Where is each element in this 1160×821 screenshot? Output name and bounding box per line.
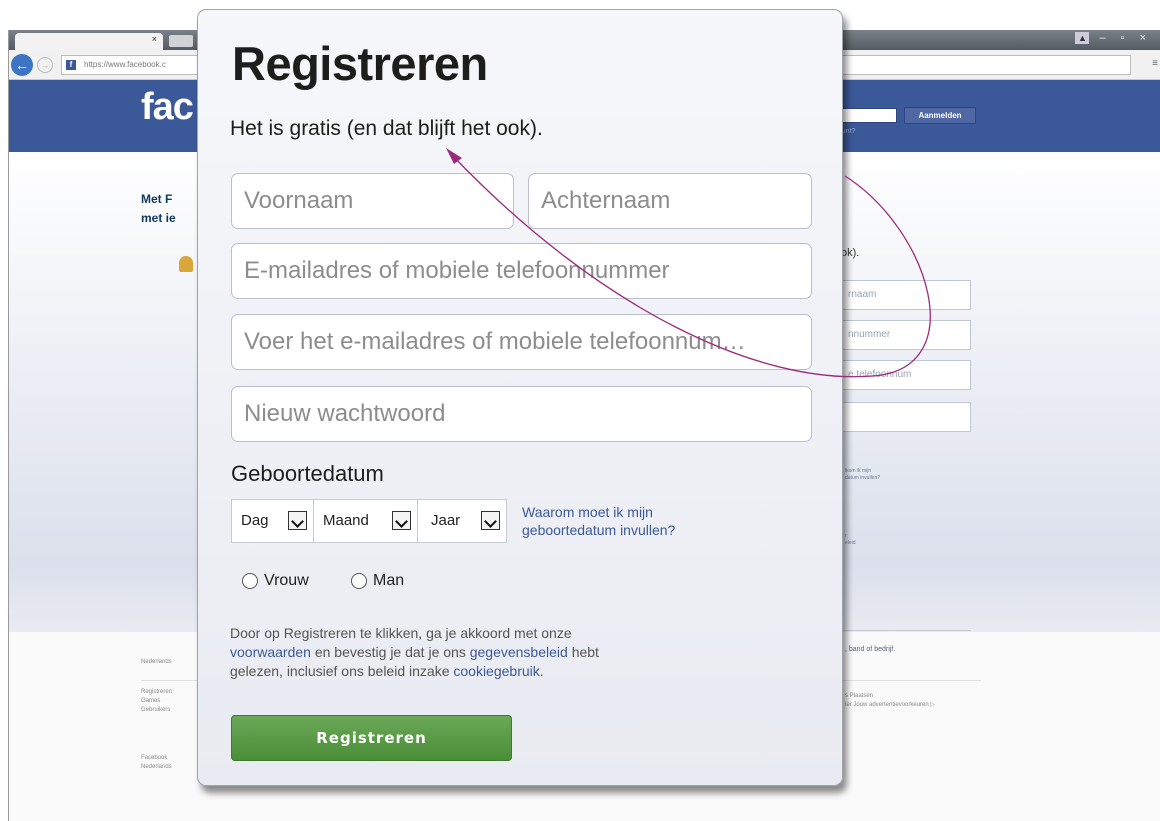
facebook-logo[interactable]: fac — [141, 86, 194, 129]
password-input[interactable] — [231, 386, 812, 442]
month-select-value: Maand — [323, 512, 369, 529]
chevron-down-icon[interactable] — [481, 511, 500, 530]
background-field-lastname[interactable]: rnaam — [841, 280, 971, 310]
cookie-policy-link[interactable]: cookiegebruik — [453, 663, 539, 679]
person-icon — [179, 256, 193, 272]
background-signup-subtitle: ok). — [841, 247, 860, 259]
footer-link[interactable]: Registreren — [141, 688, 172, 697]
day-select-value: Dag — [241, 512, 269, 529]
terms-text-1: Door op Registreren te klikken, ga je ak… — [230, 625, 572, 641]
male-radio[interactable] — [351, 573, 367, 589]
gender-male-option[interactable]: Man — [351, 572, 404, 590]
birthday-label: Geboortedatum — [231, 461, 384, 486]
data-policy-link[interactable]: gegevensbeleid — [470, 644, 568, 660]
terms-text-5: . — [539, 663, 544, 679]
firstname-input[interactable] — [231, 173, 514, 229]
background-divider — [841, 630, 971, 631]
user-icon[interactable]: ▲ — [1075, 32, 1090, 44]
background-field-password[interactable] — [841, 402, 971, 432]
facebook-tagline: Met F met ie — [141, 190, 176, 228]
browser-tab[interactable]: × — [15, 33, 163, 50]
register-button[interactable]: Registreren — [231, 715, 512, 761]
footer-language[interactable]: Nederlands — [141, 658, 172, 667]
email-confirm-input[interactable] — [231, 314, 812, 370]
tab-close-icon[interactable]: × — [152, 34, 157, 44]
registration-dialog: Registreren Het is gratis (en dat blijft… — [197, 9, 843, 786]
year-select-value: Jaar — [431, 512, 461, 529]
window-buttons[interactable]: – ▫ × — [1099, 32, 1152, 44]
background-policy-text: r eleid — [845, 533, 856, 547]
female-radio[interactable] — [242, 573, 258, 589]
birthday-selects: Dag Maand Jaar — [231, 499, 507, 543]
footer-link[interactable]: Gebruikers — [141, 706, 172, 715]
footer-link[interactable]: s Plaatsen — [845, 692, 935, 701]
menu-icon[interactable]: ≡ — [1152, 58, 1158, 69]
background-birthday-help[interactable]: ikom ik mijn datum invullen? — [845, 468, 880, 482]
year-select[interactable]: Jaar — [418, 500, 506, 542]
forward-arrow-icon[interactable]: → — [37, 57, 53, 73]
chevron-down-icon[interactable] — [288, 511, 307, 530]
footer-links-left: Registreren Games Gebruikers — [141, 688, 172, 715]
address-bar-url: https://www.facebook.c — [84, 60, 166, 69]
background-field-email[interactable]: nnummer — [841, 320, 971, 350]
gender-female-option[interactable]: Vrouw — [242, 572, 309, 590]
day-select[interactable]: Dag — [232, 500, 314, 542]
facebook-favicon-icon: f — [66, 60, 76, 70]
terms-text-2: en bevestig je dat je ons — [310, 644, 470, 660]
terms-link[interactable]: voorwaarden — [230, 644, 311, 660]
tagline-line-1: Met F — [141, 192, 173, 206]
why-birthday-line-2: geboortedatum invullen? — [522, 522, 676, 538]
terms-text-3: hebt — [567, 644, 599, 660]
terms-text: Door op Registreren te klikken, ga je ak… — [230, 624, 670, 681]
back-arrow-icon[interactable]: ← — [11, 54, 33, 76]
footer-copyright-line: Facebook — [141, 755, 168, 761]
background-field-email-confirm[interactable]: e telefoonnum — [841, 360, 971, 390]
login-button[interactable]: Aanmelden — [904, 107, 976, 124]
footer-links-right: s Plaatsen ier Jouw advertentievoorkeure… — [845, 692, 935, 710]
tagline-line-2: met ie — [141, 211, 176, 225]
background-help-line-1: ikom ik mijn — [845, 468, 872, 474]
footer-copyright-line: Nederlands — [141, 764, 172, 770]
email-input[interactable] — [231, 243, 812, 299]
why-birthday-link[interactable]: Waarom moet ik mijn geboortedatum invull… — [522, 503, 675, 539]
footer-copyright: Facebook Nederlands — [141, 754, 172, 772]
why-birthday-line-1: Waarom moet ik mijn — [522, 504, 653, 520]
chevron-down-icon[interactable] — [392, 511, 411, 530]
background-help-line-2: datum invullen? — [845, 475, 881, 481]
lastname-input[interactable] — [528, 173, 812, 229]
female-label: Vrouw — [264, 572, 309, 589]
month-select[interactable]: Maand — [314, 500, 418, 542]
male-label: Man — [373, 572, 405, 589]
terms-text-4: gelezen, inclusief ons beleid inzake — [230, 663, 454, 679]
footer-link[interactable]: Games — [141, 697, 172, 706]
background-policy-line-1: r — [845, 533, 847, 539]
new-tab-button[interactable] — [169, 35, 193, 47]
background-policy-line-2: eleid — [845, 540, 856, 546]
window-controls[interactable]: ▲ – ▫ × — [1075, 32, 1152, 44]
create-page-link[interactable]: , band of bedrijf. — [845, 646, 895, 653]
footer-link[interactable]: ier Jouw advertentievoorkeuren ▷ — [845, 701, 935, 710]
dialog-title: Registreren — [232, 37, 488, 90]
dialog-subtitle: Het is gratis (en dat blijft het ook). — [230, 117, 543, 140]
